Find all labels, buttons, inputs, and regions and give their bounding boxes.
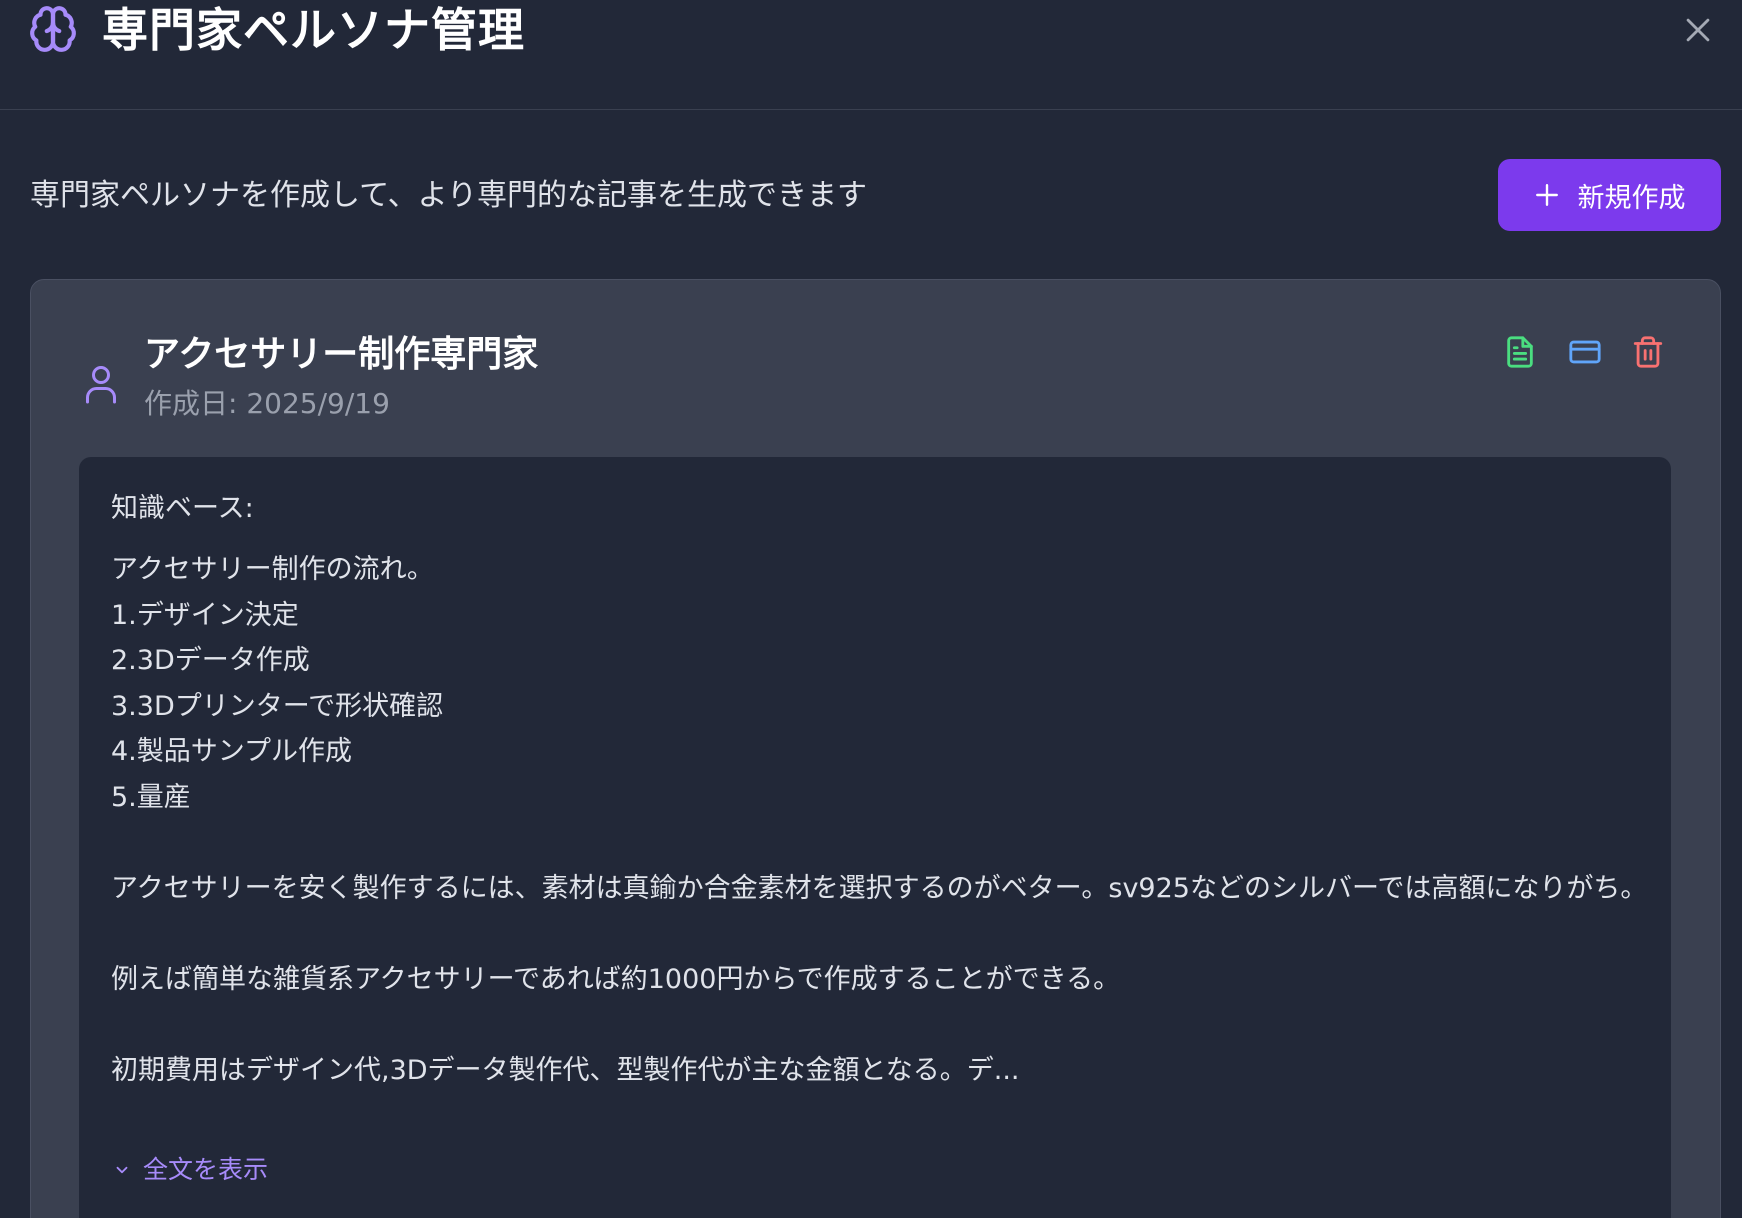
persona-card: アクセサリー制作専門家 作成日: 2025/9/19 知識ベース: アクセサリー…	[30, 279, 1721, 1218]
persona-created-date: 作成日: 2025/9/19	[144, 387, 390, 420]
new-persona-button-label: 新規作成	[1577, 182, 1686, 214]
close-icon	[1686, 18, 1710, 42]
show-full-text-label: 全文を表示	[143, 1155, 269, 1184]
page-title: 専門家ペルソナ管理	[102, 3, 525, 57]
trash-icon[interactable]	[1631, 335, 1665, 369]
plus-icon	[1535, 184, 1558, 206]
chevron-down-icon	[116, 1166, 128, 1174]
knowledge-base-label: 知識ベース:	[111, 493, 254, 524]
knowledge-base-panel: 知識ベース: アクセサリー制作の流れ。 1.デザイン決定 2.3Dデータ作成 3…	[79, 457, 1671, 1218]
page-description: 専門家ペルソナを作成して、より専門的な記事を生成できます	[30, 178, 867, 213]
modal-header: 専門家ペルソナ管理	[0, 0, 1742, 110]
knowledge-base-text: アクセサリー制作の流れ。 1.デザイン決定 2.3Dデータ作成 3.3Dプリンタ…	[111, 554, 1648, 1086]
person-icon	[86, 366, 116, 404]
brain-icon	[30, 6, 76, 52]
show-full-text-link[interactable]: 全文を表示	[113, 1152, 268, 1188]
persona-name: アクセサリー制作専門家	[144, 334, 539, 375]
document-icon[interactable]	[1503, 335, 1537, 369]
new-persona-button[interactable]: 新規作成	[1498, 159, 1721, 231]
card-icon[interactable]	[1568, 335, 1602, 369]
close-button[interactable]	[1678, 10, 1718, 50]
